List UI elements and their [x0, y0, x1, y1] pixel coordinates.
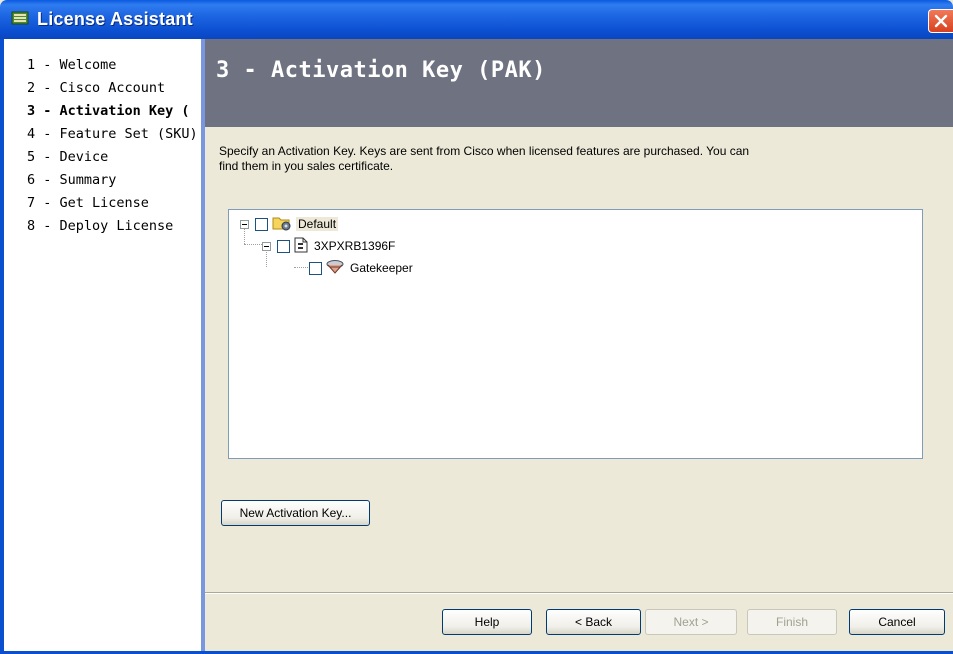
step-get-license: 7 - Get License	[27, 195, 149, 211]
description-text: Specify an Activation Key. Keys are sent…	[219, 144, 750, 173]
default-checkbox[interactable]	[255, 217, 268, 231]
gatekeeper-checkbox[interactable]	[309, 261, 322, 275]
back-button[interactable]: < Back	[546, 609, 641, 635]
collapse-toggle-icon[interactable]	[240, 219, 249, 229]
document-icon	[294, 237, 308, 256]
finish-button[interactable]: Finish	[747, 609, 837, 635]
tree-node-label: Gatekeeper	[350, 261, 413, 275]
step-cisco-account: 2 - Cisco Account	[27, 80, 166, 96]
license-assistant-window: License Assistant 1 - Welcome 2 - Cisco …	[0, 0, 953, 654]
step-deploy-license: 8 - Deploy License	[27, 218, 174, 234]
page-header: 3 - Activation Key (PAK)	[205, 39, 953, 127]
tree-node-pak[interactable]: 3XPXRB1396F	[262, 237, 397, 255]
step-welcome: 1 - Welcome	[27, 57, 117, 73]
step-summary: 6 - Summary	[27, 172, 117, 188]
pak-checkbox[interactable]	[277, 239, 290, 253]
activation-key-tree[interactable]: Default 3XPXRB1396F Gatekeeper	[228, 209, 923, 459]
tree-connector	[244, 244, 262, 245]
tree-node-label: Default	[296, 217, 339, 231]
tree-node-label: 3XPXRB1396F	[314, 239, 396, 253]
title-bar[interactable]: License Assistant	[0, 0, 953, 39]
gatekeeper-icon	[326, 259, 344, 278]
help-button[interactable]: Help	[442, 609, 532, 635]
license-assistant-app-icon	[11, 10, 29, 26]
close-icon	[934, 14, 948, 28]
close-button[interactable]	[928, 9, 953, 33]
tree-node-default[interactable]: Default	[240, 215, 339, 234]
collapse-toggle-icon[interactable]	[262, 241, 271, 251]
next-button[interactable]: Next >	[645, 609, 737, 635]
cancel-button[interactable]: Cancel	[849, 609, 945, 635]
new-activation-key-button[interactable]: New Activation Key...	[221, 500, 370, 526]
tree-connector	[294, 267, 308, 268]
footer-separator	[205, 592, 953, 594]
tree-node-gatekeeper[interactable]: Gatekeeper	[309, 259, 415, 277]
step-activation-key: 3 - Activation Key (	[27, 103, 190, 119]
main-content: Specify an Activation Key. Keys are sent…	[205, 127, 953, 651]
step-feature-set: 4 - Feature Set (SKU)	[27, 126, 197, 142]
steps-sidebar: 1 - Welcome 2 - Cisco Account 3 - Activa…	[4, 39, 205, 651]
page-title: 3 - Activation Key (PAK)	[216, 58, 546, 83]
folder-icon	[272, 215, 292, 234]
step-device: 5 - Device	[27, 149, 109, 165]
window-title: License Assistant	[37, 9, 193, 29]
